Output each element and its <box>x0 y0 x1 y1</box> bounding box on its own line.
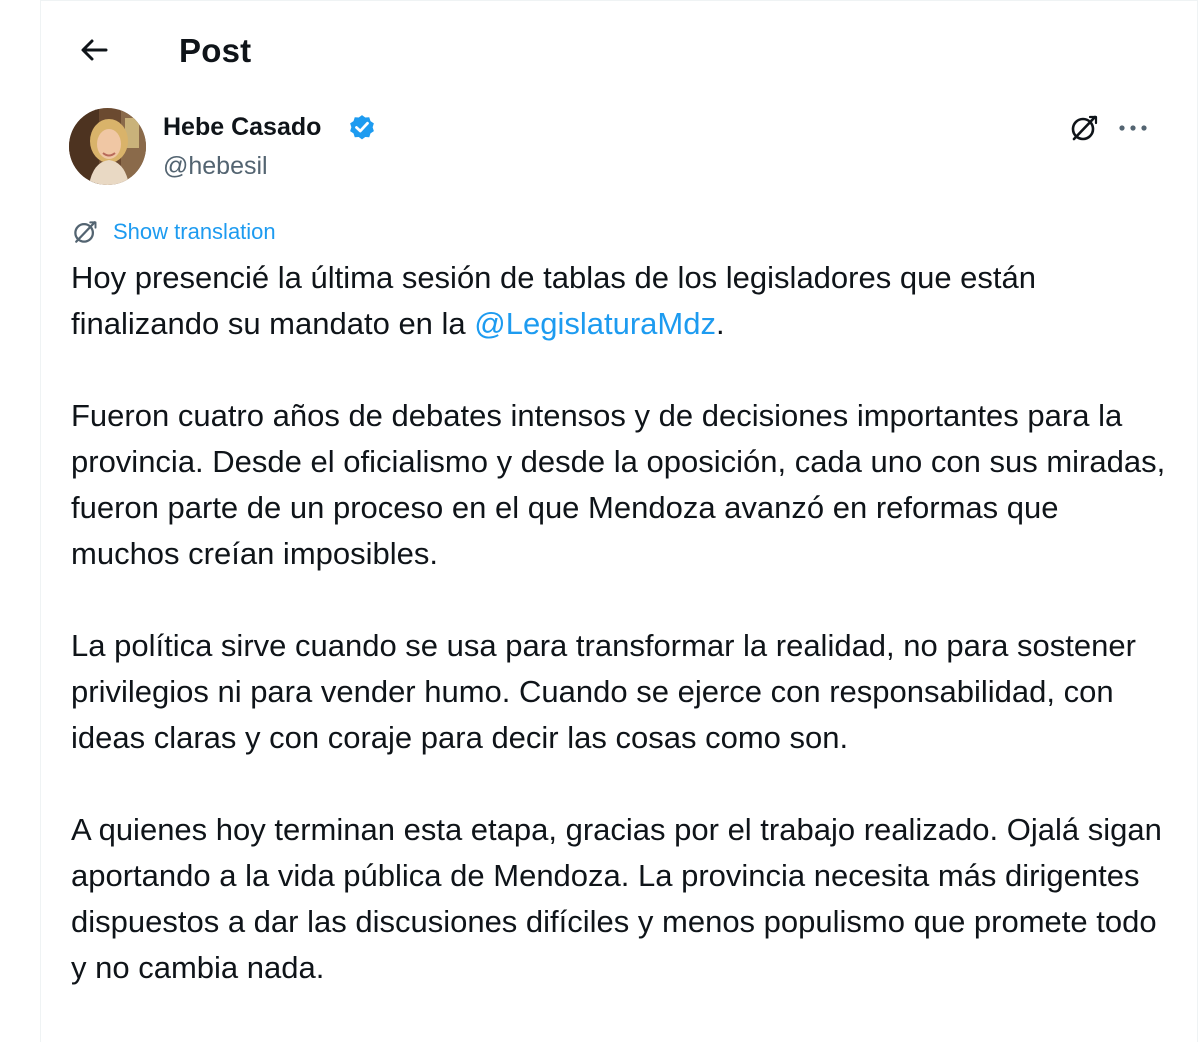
grok-icon <box>1071 115 1098 141</box>
verified-badge-icon <box>350 115 374 140</box>
post-paragraph: Hoy presencié la última sesión de tablas… <box>71 255 1171 347</box>
post-text: Hoy presencié la última sesión de tablas… <box>71 255 1171 1037</box>
grok-icon <box>74 221 97 243</box>
page-title: Post <box>179 32 252 69</box>
more-options-button[interactable] <box>1114 109 1152 147</box>
show-translation-label: Show translation <box>113 219 276 244</box>
post-paragraph: Fueron cuatro años de debates intensos y… <box>71 398 1166 571</box>
author-name[interactable]: Hebe Casado <box>163 110 321 144</box>
post-view: Post Hebe Casado @hebesil Show translati… <box>40 0 1198 1042</box>
post-paragraph: A quienes hoy terminan esta etapa, graci… <box>71 812 1162 985</box>
mention-link[interactable]: @LegislaturaMdz <box>474 306 716 341</box>
show-translation-link[interactable]: Show translation <box>71 215 276 249</box>
arrow-left-icon <box>81 39 108 61</box>
post-header: Post <box>41 1 1197 105</box>
avatar[interactable] <box>69 108 146 185</box>
avatar-photo <box>69 108 146 185</box>
more-horizontal-icon <box>1119 125 1147 131</box>
back-button[interactable] <box>71 27 117 73</box>
post-paragraph-text: . <box>715 306 725 341</box>
author-handle[interactable]: @hebesil <box>163 149 268 183</box>
grok-button[interactable] <box>1065 109 1103 147</box>
post-paragraph: La política sirve cuando se usa para tra… <box>71 628 1136 755</box>
